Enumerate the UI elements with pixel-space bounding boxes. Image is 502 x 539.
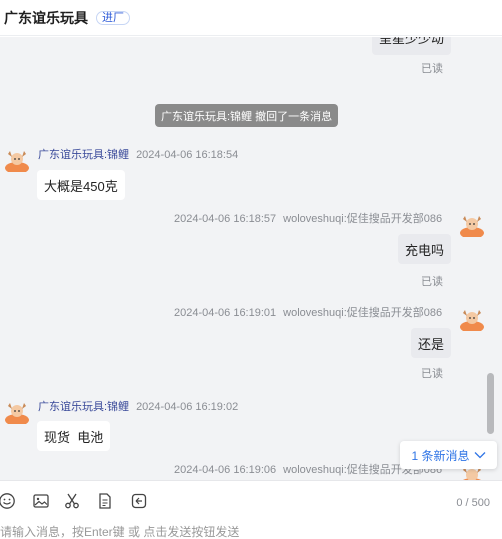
read-status: 已读 [421,368,443,380]
sender-name[interactable]: 广东谊乐玩具:锦鲤 [38,401,129,413]
scrollbar-thumb[interactable] [487,373,494,434]
message-text: 充电吗 [405,242,445,258]
message-bubble[interactable]: 大概是450克 [37,170,125,200]
message-input-area: 0 / 500 请输入消息，按Enter键 或 点击发送按钮发送 [0,480,502,539]
read-status: 已读 [421,63,443,75]
sender-name[interactable]: 广东谊乐玩具:锦鲤 [38,149,129,161]
message-bubble[interactable]: 充电吗 [398,234,452,264]
new-messages-button[interactable]: 1 条新消息 [400,441,497,469]
message-time: 2024-04-06 16:18:54 [136,149,239,161]
status-badge[interactable]: 进厂 [96,10,130,25]
avatar[interactable] [459,213,485,239]
message-input[interactable]: 请输入消息，按Enter键 或 点击发送按钮发送 [0,523,239,539]
avatar-icon [5,151,29,174]
message-bubble[interactable]: 还是 [411,328,452,358]
sender-name: woloveshuqi:促佳搜品开发部086 [283,213,443,225]
history-icon[interactable] [130,492,148,510]
avatar-icon [5,403,29,426]
read-status: 已读 [421,276,443,288]
chevron-down-icon [474,452,485,459]
message-meta: 广东谊乐玩具:锦鲤 2024-04-06 16:18:54 [38,146,238,162]
message-bubble[interactable]: 现货 电池 [37,421,111,451]
message-list[interactable]: 呈星少少动 已读 广东谊乐玩具:锦鲤 撤回了一条消息 广东谊乐玩具:锦鲤 2024… [0,37,502,480]
scissors-icon[interactable] [63,492,81,510]
message-text: 大概是450克 [44,178,118,194]
chat-title: 广东谊乐玩具 [4,9,88,26]
message-time: 2024-04-06 16:19:01 [174,307,277,319]
avatar[interactable] [4,400,30,426]
message-meta: 2024-04-06 16:19:01 woloveshuqi:促佳搜品开发部08… [174,304,442,320]
message-text: 还是 [418,336,445,352]
emoji-icon[interactable] [0,492,16,510]
message-time: 2024-04-06 16:19:02 [136,401,239,413]
avatar-icon [460,216,484,239]
message-bubble[interactable]: 呈星少少动 [372,37,452,55]
avatar-icon [460,310,484,333]
document-icon[interactable] [96,492,114,510]
message-meta: 2024-04-06 16:18:57 woloveshuqi:促佳搜品开发部08… [174,210,442,226]
new-messages-label: 1 条新消息 [411,448,470,463]
sender-name: woloveshuqi:促佳搜品开发部086 [283,307,443,319]
recall-notice: 广东谊乐玩具:锦鲤 撤回了一条消息 [155,104,339,127]
avatar[interactable] [459,307,485,333]
message-time: 2024-04-06 16:19:06 [174,464,277,476]
message-meta: 广东谊乐玩具:锦鲤 2024-04-06 16:19:02 [38,398,238,414]
message-text: 呈星少少动 [379,37,445,46]
chat-header: 广东谊乐玩具 进厂 [0,0,502,36]
char-counter: 0 / 500 [456,497,490,509]
image-icon[interactable] [32,492,50,510]
message-time: 2024-04-06 16:18:57 [174,213,277,225]
avatar[interactable] [4,148,30,174]
message-text: 现货 电池 [44,429,104,445]
